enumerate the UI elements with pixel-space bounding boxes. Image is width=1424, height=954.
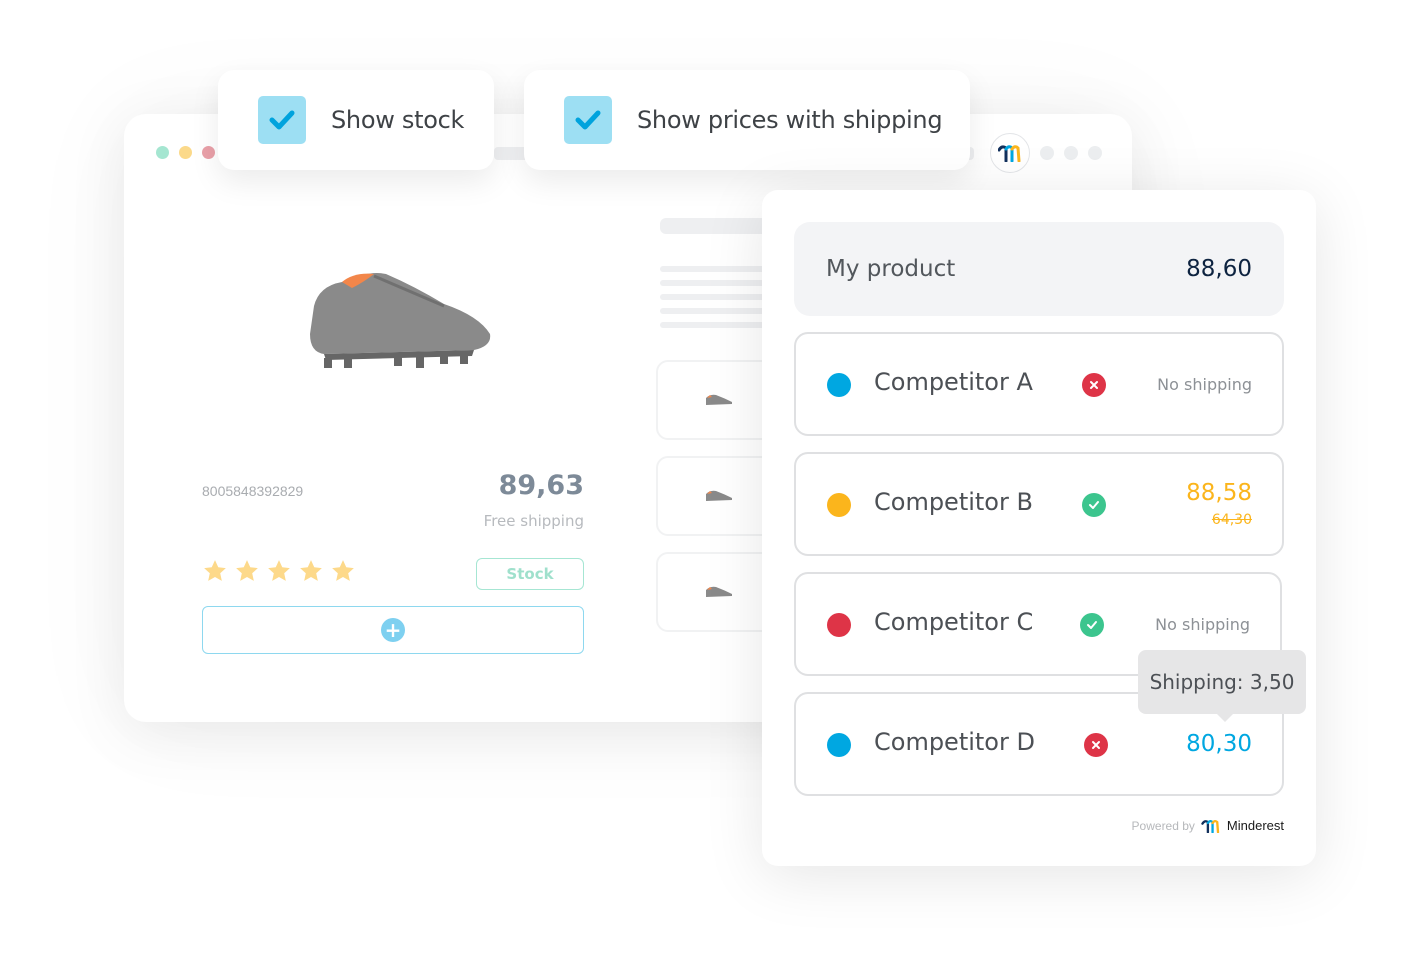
shipping-note: No shipping xyxy=(1155,614,1250,634)
product-image-shoe xyxy=(310,273,491,368)
competitor-color-dot xyxy=(827,373,851,397)
shipping-tooltip: Shipping: 3,50 xyxy=(1138,650,1306,722)
shoe-thumbnail-icon xyxy=(706,586,732,597)
checkmark-icon xyxy=(575,110,601,130)
shoe-thumbnail-icon xyxy=(706,394,732,405)
competitor-price: 88,58 xyxy=(1186,480,1252,506)
show-shipping-label: Show prices with shipping xyxy=(637,106,943,134)
star-icon xyxy=(268,560,290,581)
competitor-name: Competitor D xyxy=(874,728,1035,756)
my-product-label: My product xyxy=(826,256,956,282)
competitor-name: Competitor C xyxy=(874,608,1034,636)
competitor-color-dot xyxy=(827,493,851,517)
competitor-name: Competitor B xyxy=(874,488,1033,516)
brand-name[interactable]: Minderest xyxy=(1227,818,1284,833)
powered-by: Powered by Minderest xyxy=(1132,818,1284,833)
competitor-color-dot xyxy=(827,733,851,757)
competitor-name: Competitor A xyxy=(874,368,1033,396)
competitor-color-dot xyxy=(827,613,851,637)
powered-by-label: Powered by xyxy=(1131,818,1195,833)
minderest-logo-icon xyxy=(1201,819,1220,833)
star-icon xyxy=(332,560,354,581)
star-icon xyxy=(300,560,322,581)
plus-icon: + xyxy=(381,618,405,642)
check-circle-icon xyxy=(1082,493,1106,517)
window-dot-yellow[interactable] xyxy=(179,146,192,159)
my-product-row: My product 88,60 xyxy=(794,222,1284,316)
product-price: 89,63 xyxy=(498,470,584,501)
toolbar-dots xyxy=(1040,146,1102,160)
window-dot-green[interactable] xyxy=(156,146,169,159)
competitor-row[interactable]: Competitor B 88,58 64,30 xyxy=(794,452,1284,556)
competitor-old-price: 64,30 xyxy=(1211,512,1252,528)
check-circle-icon xyxy=(1080,613,1104,637)
show-stock-checkbox[interactable] xyxy=(258,96,306,144)
window-controls xyxy=(156,146,215,159)
error-x-icon xyxy=(1082,373,1106,397)
stock-button[interactable]: Stock xyxy=(476,558,584,590)
window-dot-red[interactable] xyxy=(202,146,215,159)
shoe-thumbnail-icon xyxy=(706,490,732,501)
error-x-icon xyxy=(1084,733,1108,757)
show-stock-option[interactable]: Show stock xyxy=(218,70,494,170)
shipping-note: No shipping xyxy=(1157,374,1252,394)
show-shipping-option[interactable]: Show prices with shipping xyxy=(524,70,970,170)
star-icon xyxy=(204,560,226,581)
my-product-price: 88,60 xyxy=(1186,256,1252,282)
price-comparison-panel: My product 88,60 Competitor A No shippin… xyxy=(762,190,1316,866)
show-stock-label: Show stock xyxy=(331,106,465,134)
star-icon xyxy=(236,560,258,581)
competitor-row[interactable]: Competitor A No shipping xyxy=(794,332,1284,436)
rating-stars xyxy=(202,558,356,584)
shipping-note: Free shipping xyxy=(483,512,584,530)
competitor-price: 80,30 xyxy=(1186,731,1252,757)
add-to-cart-button[interactable]: + xyxy=(202,606,584,654)
minderest-logo-icon[interactable] xyxy=(990,133,1030,173)
product-ean: 8005848392829 xyxy=(202,483,304,499)
checkmark-icon xyxy=(269,110,295,130)
show-shipping-checkbox[interactable] xyxy=(564,96,612,144)
